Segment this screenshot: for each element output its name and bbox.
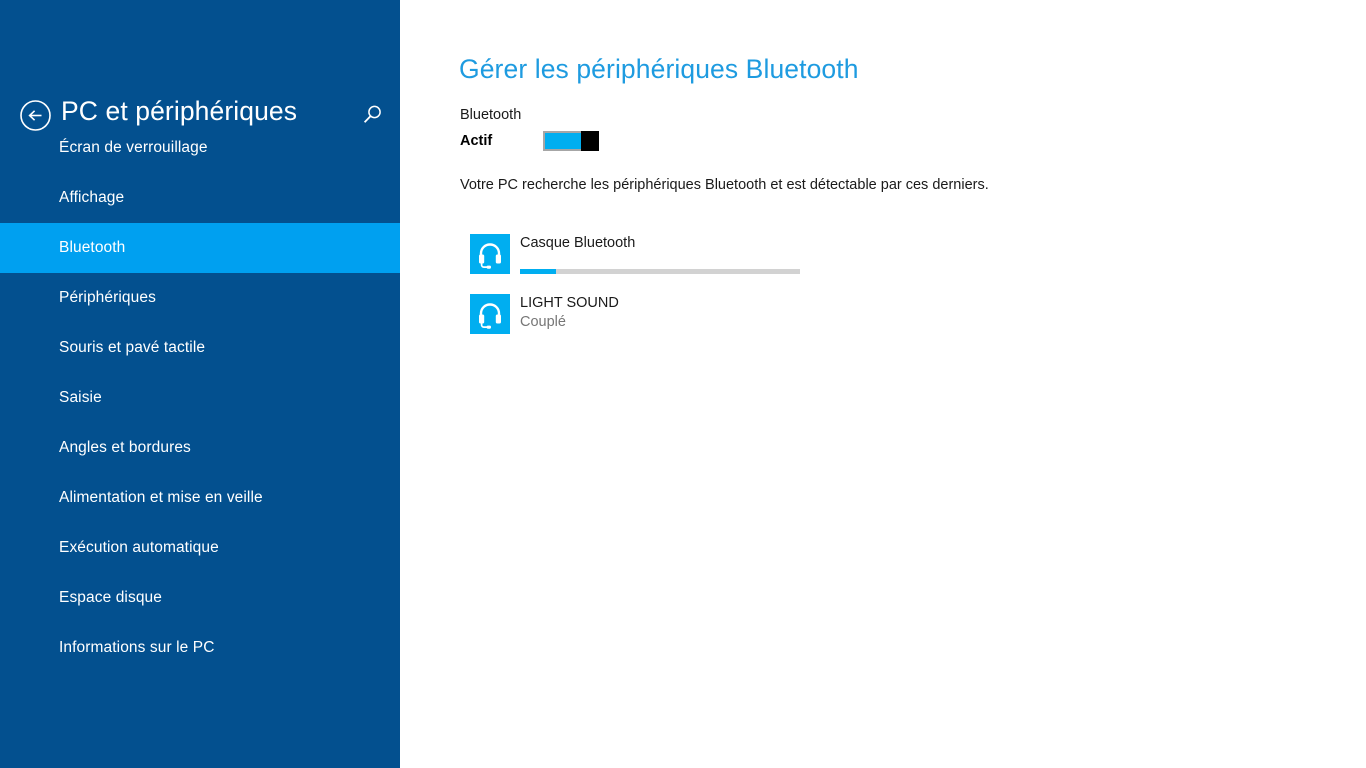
sidebar-item-label: Alimentation et mise en veille — [59, 489, 263, 506]
sidebar: PC et périphériques Écran de verrouillag… — [0, 0, 400, 768]
sidebar-item-saisie[interactable]: Saisie — [0, 373, 400, 423]
sidebar-item-label: Informations sur le PC — [59, 639, 215, 656]
list-item[interactable]: LIGHT SOUND Couplé — [470, 294, 1230, 354]
bluetooth-toggle[interactable] — [543, 131, 599, 151]
device-text: Casque Bluetooth — [520, 234, 1230, 253]
sidebar-item-label: Périphériques — [59, 289, 156, 306]
sidebar-item-label: Bluetooth — [59, 239, 126, 256]
device-text: LIGHT SOUND Couplé — [520, 294, 1230, 332]
sidebar-item-espace-disque[interactable]: Espace disque — [0, 573, 400, 623]
sidebar-item-ecran-de-verrouillage[interactable]: Écran de verrouillage — [0, 123, 400, 173]
bluetooth-device-list: Casque Bluetooth LIGHT SOUND Couplé — [470, 234, 1230, 354]
sidebar-item-label: Espace disque — [59, 589, 162, 606]
device-name: Casque Bluetooth — [520, 235, 636, 251]
sidebar-item-peripheriques[interactable]: Périphériques — [0, 273, 400, 323]
headset-icon — [470, 234, 510, 274]
bluetooth-section-label: Bluetooth — [460, 107, 522, 123]
sidebar-item-affichage[interactable]: Affichage — [0, 173, 400, 223]
device-progress-bar — [520, 269, 800, 274]
status-badge: Couplé — [520, 314, 566, 330]
list-item[interactable]: Casque Bluetooth — [470, 234, 1230, 294]
sidebar-nav: Écran de verrouillage Affichage Bluetoot… — [0, 123, 400, 673]
main-content: Gérer les périphériques Bluetooth Blueto… — [400, 0, 1366, 768]
sidebar-item-angles-et-bordures[interactable]: Angles et bordures — [0, 423, 400, 473]
sidebar-item-label: Saisie — [59, 389, 102, 406]
sidebar-item-informations-sur-le-pc[interactable]: Informations sur le PC — [0, 623, 400, 673]
sidebar-item-label: Angles et bordures — [59, 439, 191, 456]
toggle-state-label: Actif — [460, 133, 493, 149]
sidebar-item-souris-et-pave-tactile[interactable]: Souris et pavé tactile — [0, 323, 400, 373]
sidebar-item-alimentation-et-mise-en-veille[interactable]: Alimentation et mise en veille — [0, 473, 400, 523]
sidebar-item-label: Écran de verrouillage — [59, 139, 208, 156]
sidebar-item-label: Souris et pavé tactile — [59, 339, 206, 356]
sidebar-item-label: Exécution automatique — [59, 539, 219, 556]
toggle-thumb[interactable] — [581, 131, 599, 151]
bluetooth-toggle-row: Actif — [460, 131, 599, 151]
device-name: LIGHT SOUND — [520, 295, 619, 311]
sidebar-header: PC et périphériques — [0, 44, 400, 131]
toggle-track-fill — [545, 133, 583, 149]
bluetooth-description: Votre PC recherche les périphériques Blu… — [460, 177, 989, 193]
device-progress-fill — [520, 269, 557, 274]
sidebar-item-bluetooth[interactable]: Bluetooth — [0, 223, 400, 273]
sidebar-item-execution-automatique[interactable]: Exécution automatique — [0, 523, 400, 573]
headset-icon — [470, 294, 510, 334]
settings-screen: PC et périphériques Écran de verrouillag… — [0, 0, 1366, 768]
sidebar-item-label: Affichage — [59, 189, 125, 206]
content-heading: Gérer les périphériques Bluetooth — [459, 54, 859, 84]
